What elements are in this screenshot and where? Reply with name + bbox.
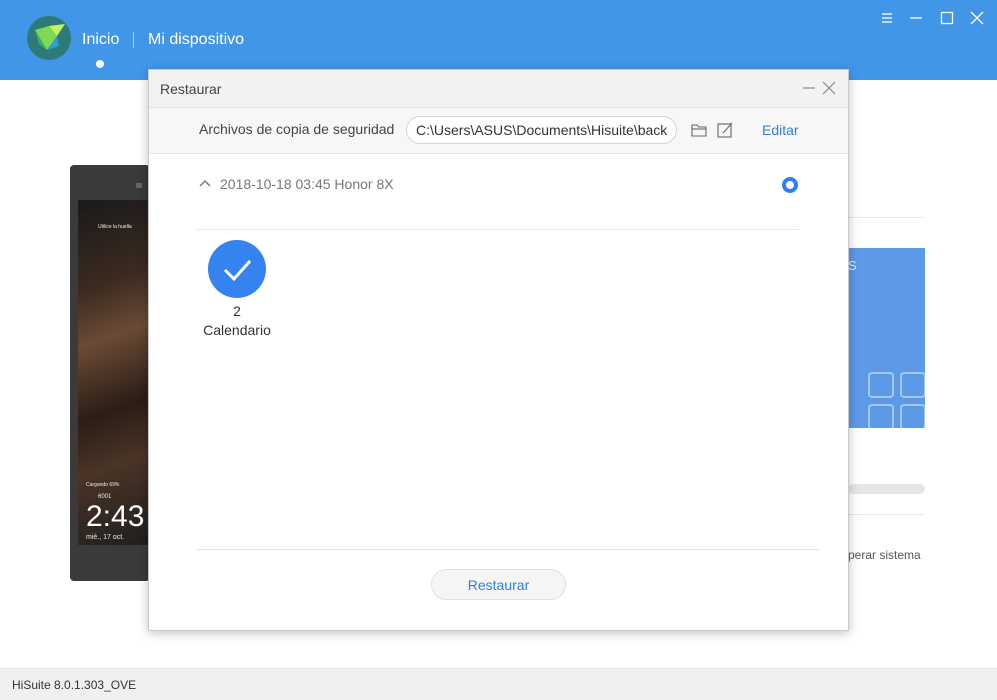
edit-icon[interactable] (717, 122, 733, 138)
close-icon[interactable] (969, 10, 985, 26)
grid-icon (900, 372, 925, 398)
backup-path-bar: Archivos de copia de seguridad Editar (149, 108, 848, 154)
item-count: 2 (233, 303, 241, 319)
grid-icon (868, 372, 894, 398)
version-label: HiSuite 8.0.1.303_OVE (12, 678, 137, 692)
backup-entry-label: 2018-10-18 03:45 Honor 8X (220, 176, 394, 192)
backup-path-label: Archivos de copia de seguridad (199, 121, 395, 137)
grid-icon (900, 404, 925, 428)
restore-item-calendar[interactable]: 2 Calendario (197, 240, 277, 338)
phone-camera (136, 183, 142, 188)
minimize-icon[interactable] (802, 81, 816, 95)
dialog-title-bar: Restaurar (149, 70, 848, 108)
status-bar: HiSuite 8.0.1.303_OVE (0, 668, 997, 700)
backup-card-title: S (848, 258, 857, 273)
dialog-divider (197, 549, 819, 550)
panel-divider (848, 514, 925, 515)
backup-path-input[interactable] (406, 116, 677, 144)
phone-screen: Utilice la huella Cargando 69% 6001 2:43… (78, 200, 150, 545)
backup-radio-button[interactable] (782, 177, 798, 193)
active-nav-indicator (96, 60, 104, 68)
maximize-icon[interactable] (939, 10, 955, 26)
backup-card[interactable]: S (848, 248, 925, 428)
restore-button[interactable]: Restaurar (431, 569, 566, 600)
backup-entry-row[interactable]: 2018-10-18 03:45 Honor 8X (197, 168, 799, 230)
close-icon[interactable] (822, 81, 836, 95)
hisuite-logo-icon (27, 16, 71, 60)
edit-link[interactable]: Editar (762, 122, 799, 138)
panel-divider (848, 217, 925, 218)
nav-home[interactable]: Inicio (82, 31, 119, 49)
item-name: Calendario (203, 322, 271, 338)
top-bar: Inicio Mi dispositivo (0, 0, 997, 80)
phone-preview: Utilice la huella Cargando 69% 6001 2:43… (70, 165, 150, 581)
phone-date: mié., 17 oct. (86, 534, 125, 541)
phone-hint-text: Utilice la huella (98, 224, 132, 230)
phone-charging-text: Cargando 69% (86, 482, 120, 488)
grid-icon (868, 404, 894, 428)
chevron-up-icon[interactable] (199, 179, 211, 187)
storage-progress-bar (848, 484, 925, 494)
dialog-title: Restaurar (160, 81, 222, 97)
phone-clock: 2:43 (86, 500, 145, 533)
checkmark-icon[interactable] (208, 240, 266, 298)
minimize-icon[interactable] (908, 10, 924, 26)
recover-system-link[interactable]: perar sistema (848, 548, 921, 562)
folder-icon[interactable] (691, 123, 707, 137)
nav-my-device[interactable]: Mi dispositivo (148, 31, 244, 49)
nav-separator (133, 32, 134, 48)
restore-dialog: Restaurar Archivos de copia de seguridad… (148, 69, 849, 631)
menu-icon[interactable] (879, 10, 895, 26)
